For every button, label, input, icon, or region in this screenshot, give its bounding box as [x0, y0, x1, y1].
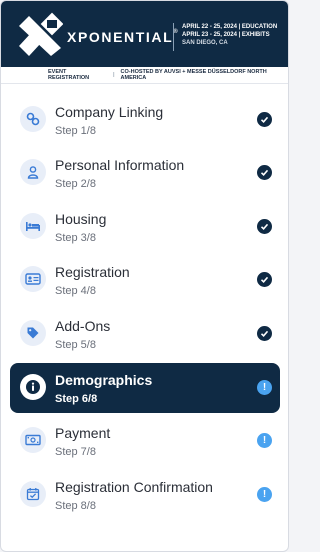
step-number: Step 4/8	[55, 285, 96, 297]
step-number: Step 8/8	[55, 500, 96, 512]
alert-icon: !	[257, 433, 272, 448]
step-title: Registration Confirmation	[55, 479, 213, 495]
step-number: Step 3/8	[55, 232, 96, 244]
step-registration[interactable]: Registration Step 4/8	[10, 255, 280, 305]
sub-header-separator: |	[112, 72, 115, 78]
step-title: Personal Information	[55, 157, 185, 173]
step-demographics[interactable]: Demographics Step 6/8 !	[10, 363, 280, 413]
step-title: Demographics	[55, 372, 153, 388]
info-icon	[20, 374, 46, 400]
date-line-education: APRIL 22 - 25, 2024 | EDUCATION	[182, 24, 278, 30]
step-payment[interactable]: Payment Step 7/8 !	[10, 416, 280, 466]
id-card-icon	[20, 266, 46, 292]
step-number: Step 6/8	[55, 393, 98, 405]
step-title: Payment	[55, 425, 111, 441]
calendar-check-icon	[20, 481, 46, 507]
step-housing[interactable]: Housing Step 3/8	[10, 202, 280, 252]
event-banner: XPONENTIAL® APRIL 22 - 25, 2024 | EDUCAT…	[1, 1, 288, 67]
sub-header: EVENT REGISTRATION | CO-HOSTED BY AUVSI …	[1, 67, 288, 84]
cohost-label: CO-HOSTED BY AUVSI + MESSE DÜSSELDORF NO…	[120, 69, 267, 81]
event-dates: APRIL 22 - 25, 2024 | EDUCATION APRIL 23…	[182, 23, 277, 47]
check-icon	[257, 219, 272, 234]
step-personal-information[interactable]: Personal Information Step 2/8	[10, 148, 280, 198]
header-divider	[173, 23, 174, 51]
xponential-logo-icon	[19, 12, 63, 56]
step-number: Step 1/8	[55, 125, 96, 137]
tag-icon	[20, 320, 46, 346]
check-icon	[257, 165, 272, 180]
step-number: Step 2/8	[55, 178, 96, 190]
step-add-ons[interactable]: Add-Ons Step 5/8	[10, 309, 280, 359]
step-company-linking[interactable]: Company Linking Step 1/8	[10, 95, 280, 145]
check-icon	[257, 326, 272, 341]
event-location: SAN DIEGO, CA	[182, 40, 228, 46]
person-icon	[20, 159, 46, 185]
check-icon	[257, 272, 272, 287]
money-icon	[20, 427, 46, 453]
link-icon	[20, 106, 46, 132]
alert-icon: !	[257, 380, 272, 395]
step-title: Registration	[55, 264, 130, 280]
registration-panel: XPONENTIAL® APRIL 22 - 25, 2024 | EDUCAT…	[0, 0, 289, 552]
step-registration-confirmation[interactable]: Registration Confirmation Step 8/8 !	[10, 470, 280, 520]
event-registration-label: EVENT REGISTRATION	[48, 69, 90, 81]
alert-icon: !	[257, 487, 272, 502]
step-number: Step 5/8	[55, 339, 96, 351]
step-title: Housing	[55, 211, 107, 227]
brand-name: XPONENTIAL®	[67, 29, 180, 45]
step-title: Company Linking	[55, 104, 164, 120]
bed-icon	[20, 213, 46, 239]
date-line-exhibits: APRIL 23 - 25, 2024 | EXHIBITS	[182, 32, 270, 38]
step-number: Step 7/8	[55, 446, 96, 458]
step-title: Add-Ons	[55, 318, 111, 334]
check-icon	[257, 112, 272, 127]
